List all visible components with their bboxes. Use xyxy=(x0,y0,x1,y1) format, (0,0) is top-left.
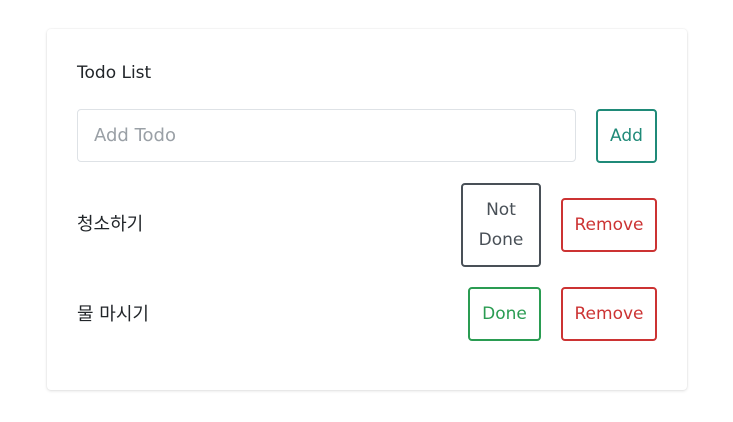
todo-card: Todo List Add 청소하기 Not Done Remove 물 마시기… xyxy=(47,29,687,390)
add-button[interactable]: Add xyxy=(596,109,657,163)
todo-item-text: 물 마시기 xyxy=(77,304,149,325)
add-todo-input[interactable] xyxy=(77,109,576,162)
todo-list-title: Todo List xyxy=(77,63,152,83)
remove-button[interactable]: Remove xyxy=(561,198,657,252)
remove-button[interactable]: Remove xyxy=(561,287,657,341)
todo-item-text: 청소하기 xyxy=(77,214,144,235)
done-button[interactable]: Done xyxy=(468,287,541,341)
not-done-button[interactable]: Not Done xyxy=(461,183,541,267)
